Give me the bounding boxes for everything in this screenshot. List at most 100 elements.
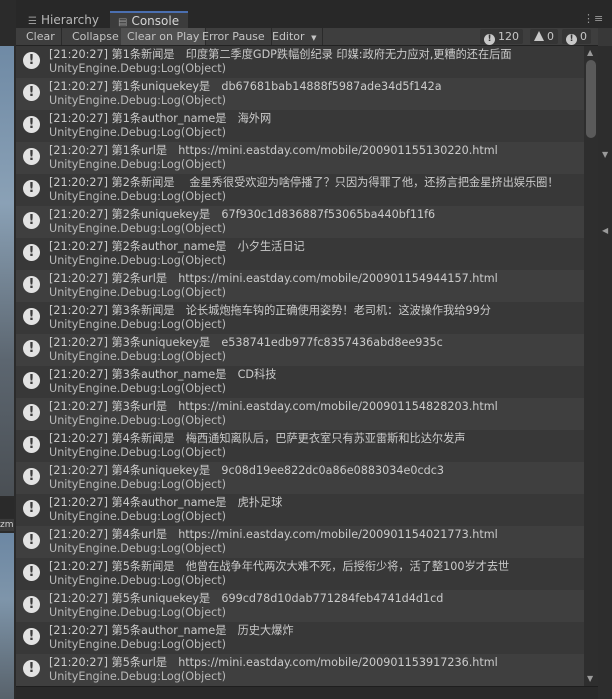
- log-source: UnityEngine.Debug:Log(Object): [49, 157, 227, 171]
- log-source: UnityEngine.Debug:Log(Object): [49, 413, 227, 427]
- log-message: [21:20:27] 第3条author_name是 CD科技: [49, 368, 277, 381]
- chevron-down-icon: ▼: [311, 34, 317, 42]
- log-message: [21:20:27] 第2条uniquekey是 67f930c1d836887…: [49, 208, 436, 221]
- scrollbar-thumb[interactable]: [586, 60, 596, 138]
- log-message: [21:20:27] 第3条url是 https://mini.eastday.…: [49, 400, 498, 413]
- console-log-list[interactable]: ! [21:20:27] 第1条新闻是 印度第二季度GDP跌幅创纪录 印媒:政府无…: [16, 46, 584, 686]
- log-message: [21:20:27] 第5条author_name是 历史大爆炸: [49, 624, 294, 637]
- tab-console-label: Console: [131, 14, 180, 28]
- panel-divider[interactable]: [0, 498, 14, 518]
- log-message: [21:20:27] 第4条author_name是 虎扑足球: [49, 496, 283, 509]
- warning-icon: [534, 31, 544, 41]
- info-icon: !: [484, 34, 495, 45]
- log-source: UnityEngine.Debug:Log(Object): [49, 285, 227, 299]
- log-source: UnityEngine.Debug:Log(Object): [49, 605, 227, 619]
- log-entry[interactable]: ! [21:20:27] 第2条uniquekey是 67f930c1d83688…: [16, 206, 584, 238]
- info-icon: !: [23, 212, 40, 229]
- log-count-toggle[interactable]: ! 120: [480, 29, 523, 45]
- clear-on-play-button[interactable]: Clear on Play: [121, 28, 207, 45]
- log-source: UnityEngine.Debug:Log(Object): [49, 61, 227, 75]
- info-icon: !: [23, 500, 40, 517]
- log-entry[interactable]: ! [21:20:27] 第1条uniquekey是 db67681bab1488…: [16, 78, 584, 110]
- editor-dropdown-label: Editor: [272, 30, 305, 43]
- tab-hierarchy-label: Hierarchy: [40, 13, 99, 27]
- info-icon: !: [23, 468, 40, 485]
- info-icon: !: [23, 52, 40, 69]
- log-entry[interactable]: ! [21:20:27] 第1条新闻是 印度第二季度GDP跌幅创纪录 印媒:政府无…: [16, 46, 584, 78]
- error-icon: !: [566, 34, 577, 45]
- info-icon: !: [23, 148, 40, 165]
- log-entry[interactable]: ! [21:20:27] 第3条author_name是 CD科技 UnityEng…: [16, 366, 584, 398]
- log-source: UnityEngine.Debug:Log(Object): [49, 93, 227, 107]
- log-entry[interactable]: ! [21:20:27] 第1条author_name是 海外网 UnityEngi…: [16, 110, 584, 142]
- scroll-up-icon[interactable]: ▲: [587, 48, 593, 57]
- info-icon: !: [23, 372, 40, 389]
- chevron-left-icon[interactable]: ◀: [602, 226, 608, 235]
- info-icon: !: [23, 340, 40, 357]
- log-source: UnityEngine.Debug:Log(Object): [49, 253, 227, 267]
- vertical-scrollbar[interactable]: ▲ ▼: [584, 46, 598, 686]
- log-message: [21:20:27] 第1条uniquekey是 db67681bab14888…: [49, 80, 442, 93]
- log-entry[interactable]: ! [21:20:27] 第4条author_name是 虎扑足球 UnityEng…: [16, 494, 584, 526]
- error-count: 0: [580, 30, 587, 43]
- log-entry[interactable]: ! [21:20:27] 第1条url是 https://mini.eastday…: [16, 142, 584, 174]
- log-message: [21:20:27] 第5条uniquekey是 699cd78d10dab77…: [49, 592, 444, 605]
- tab-console[interactable]: ▤ Console: [110, 11, 188, 28]
- tab-menu-icon[interactable]: ⋮≡: [583, 12, 603, 25]
- scroll-down-icon[interactable]: ▼: [587, 674, 593, 683]
- tab-bar: ☰ Hierarchy ▤ Console ⋮≡: [0, 0, 612, 28]
- log-entry[interactable]: ! [21:20:27] 第4条url是 https://mini.eastday…: [16, 526, 584, 558]
- log-entry[interactable]: ! [21:20:27] 第5条author_name是 历史大爆炸 UnityEn…: [16, 622, 584, 654]
- right-panel-strip: ▼ ◀: [598, 46, 612, 699]
- error-pause-button[interactable]: Error Pause: [196, 28, 272, 45]
- log-entry[interactable]: ! [21:20:27] 第5条新闻是 他曾在战争年代两次大难不死，后授衔少将，活…: [16, 558, 584, 590]
- error-count-toggle[interactable]: ! 0: [562, 29, 591, 45]
- log-message: [21:20:27] 第2条url是 https://mini.eastday.…: [49, 272, 498, 285]
- log-message: [21:20:27] 第3条新闻是 论长城炮拖车钩的正确使用姿势！老司机：这波操…: [49, 304, 491, 317]
- chevron-down-icon[interactable]: ▼: [602, 150, 608, 159]
- log-source: UnityEngine.Debug:Log(Object): [49, 669, 227, 683]
- info-icon: !: [23, 244, 40, 261]
- editor-dropdown[interactable]: Editor ▼: [266, 28, 324, 45]
- console-toolbar: Clear Collapse Clear on Play Error Pause…: [16, 28, 598, 46]
- log-message: [21:20:27] 第3条uniquekey是 e538741edb977fc…: [49, 336, 443, 349]
- game-view-preview: [0, 533, 14, 699]
- log-source: UnityEngine.Debug:Log(Object): [49, 221, 227, 235]
- info-icon: !: [23, 660, 40, 677]
- log-message: [21:20:27] 第4条url是 https://mini.eastday.…: [49, 528, 498, 541]
- collapse-button[interactable]: Collapse: [66, 28, 126, 45]
- log-source: UnityEngine.Debug:Log(Object): [49, 125, 227, 139]
- tab-hierarchy[interactable]: ☰ Hierarchy: [20, 12, 104, 28]
- log-entry[interactable]: ! [21:20:27] 第5条uniquekey是 699cd78d10dab7…: [16, 590, 584, 622]
- log-message: [21:20:27] 第5条url是 https://mini.eastday.…: [49, 656, 498, 669]
- hierarchy-icon: ☰: [28, 16, 37, 27]
- warning-count-toggle[interactable]: 0: [530, 29, 558, 44]
- log-message: [21:20:27] 第4条uniquekey是 9c08d19ee822dc0…: [49, 464, 444, 477]
- info-icon: !: [23, 436, 40, 453]
- log-message: [21:20:27] 第2条author_name是 小夕生活日记: [49, 240, 305, 253]
- scene-tab-label[interactable]: zm: [0, 519, 14, 531]
- log-entry[interactable]: ! [21:20:27] 第3条新闻是 论长城炮拖车钩的正确使用姿势！老司机：这波…: [16, 302, 584, 334]
- log-count: 120: [498, 30, 519, 43]
- log-entry[interactable]: ! [21:20:27] 第2条author_name是 小夕生活日记 UnityE…: [16, 238, 584, 270]
- log-entry[interactable]: ! [21:20:27] 第3条uniquekey是 e538741edb977f…: [16, 334, 584, 366]
- log-entry[interactable]: ! [21:20:27] 第4条新闻是 梅西通知离队后，巴萨更衣室只有苏亚雷斯和比…: [16, 430, 584, 462]
- console-detail-divider[interactable]: [16, 686, 598, 699]
- warning-count: 0: [547, 30, 554, 43]
- clear-button[interactable]: Clear: [20, 28, 62, 45]
- info-icon: !: [23, 84, 40, 101]
- log-message: [21:20:27] 第2条新闻是 金星秀很受欢迎为啥停播了？只因为得罪了他，还…: [49, 176, 559, 189]
- log-source: UnityEngine.Debug:Log(Object): [49, 637, 227, 651]
- info-icon: !: [23, 276, 40, 293]
- log-entry[interactable]: ! [21:20:27] 第5条url是 https://mini.eastday…: [16, 654, 584, 686]
- info-icon: !: [23, 596, 40, 613]
- log-entry[interactable]: ! [21:20:27] 第2条新闻是 金星秀很受欢迎为啥停播了？只因为得罪了他，…: [16, 174, 584, 206]
- info-icon: !: [23, 404, 40, 421]
- log-source: UnityEngine.Debug:Log(Object): [49, 317, 227, 331]
- log-entry[interactable]: ! [21:20:27] 第4条uniquekey是 9c08d19ee822dc…: [16, 462, 584, 494]
- log-message: [21:20:27] 第1条新闻是 印度第二季度GDP跌幅创纪录 印媒:政府无力…: [49, 48, 512, 61]
- log-entry[interactable]: ! [21:20:27] 第3条url是 https://mini.eastday…: [16, 398, 584, 430]
- info-icon: !: [23, 564, 40, 581]
- log-source: UnityEngine.Debug:Log(Object): [49, 509, 227, 523]
- log-entry[interactable]: ! [21:20:27] 第2条url是 https://mini.eastday…: [16, 270, 584, 302]
